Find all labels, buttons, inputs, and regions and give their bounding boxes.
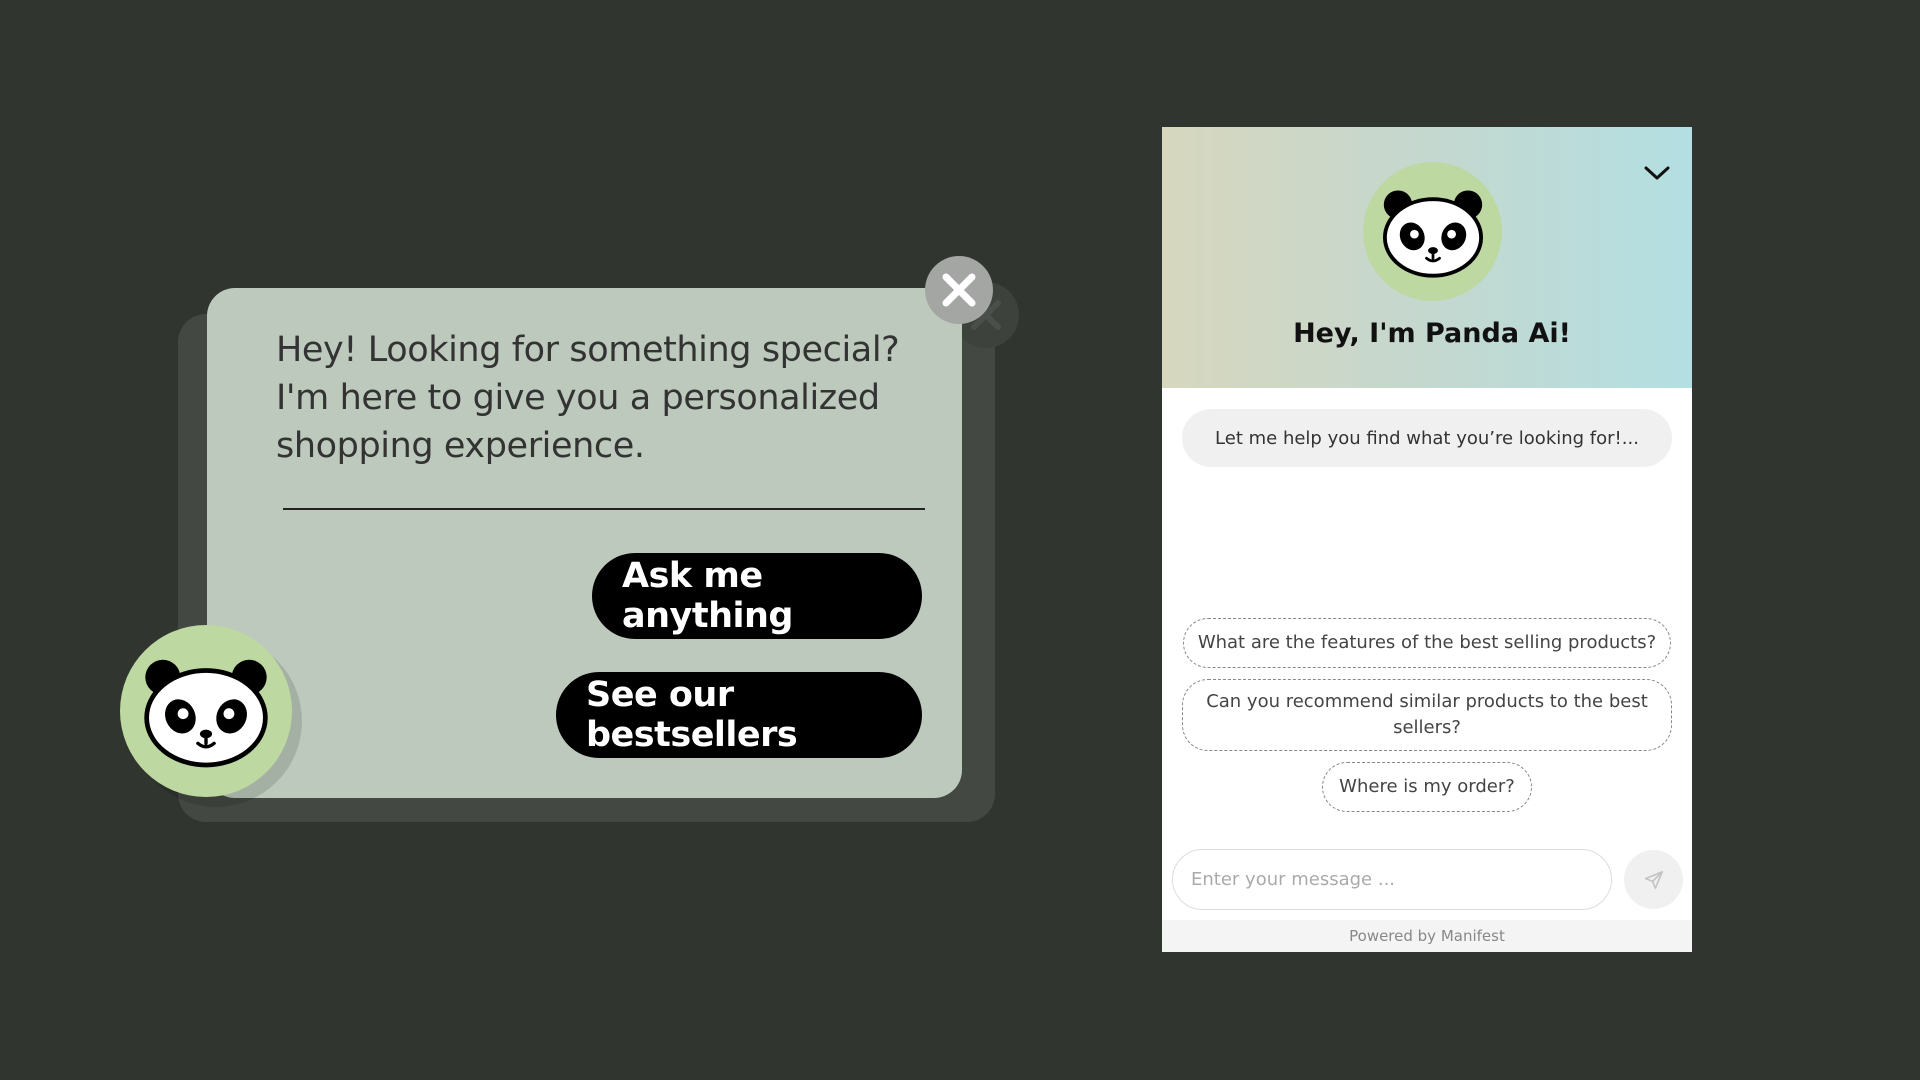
close-icon: [942, 273, 976, 307]
widget-avatar: [1363, 162, 1502, 301]
send-button[interactable]: [1624, 850, 1683, 909]
collapse-button[interactable]: [1639, 155, 1675, 191]
popup-divider: [283, 508, 925, 510]
chevron-down-icon: [1644, 166, 1670, 180]
popup-close-button[interactable]: [925, 256, 993, 324]
message-input[interactable]: [1172, 849, 1612, 910]
suggestion-chip[interactable]: What are the features of the best sellin…: [1183, 618, 1671, 668]
suggestion-chip[interactable]: Can you recommend similar products to th…: [1182, 679, 1672, 751]
powered-by-footer: Powered by Manifest: [1162, 920, 1692, 952]
popup-card: Hey! Looking for something special? I'm …: [207, 288, 962, 798]
ask-me-anything-button[interactable]: Ask me anything: [592, 553, 922, 639]
popup-avatar[interactable]: [120, 625, 292, 797]
suggestion-list: What are the features of the best sellin…: [1182, 618, 1672, 812]
widget-title: Hey, I'm Panda Ai!: [1293, 318, 1571, 349]
send-icon: [1644, 870, 1663, 889]
panda-icon: [1382, 189, 1483, 278]
widget-header: Hey, I'm Panda Ai!: [1162, 127, 1692, 388]
suggestion-chip[interactable]: Where is my order?: [1322, 762, 1532, 812]
popup-message: Hey! Looking for something special? I'm …: [276, 330, 900, 466]
see-bestsellers-button[interactable]: See our bestsellers: [556, 672, 922, 758]
chat-widget: Hey, I'm Panda Ai! Let me help you find …: [1162, 127, 1692, 952]
panda-icon: [144, 659, 268, 768]
welcome-message: Let me help you find what you’re looking…: [1182, 409, 1672, 467]
